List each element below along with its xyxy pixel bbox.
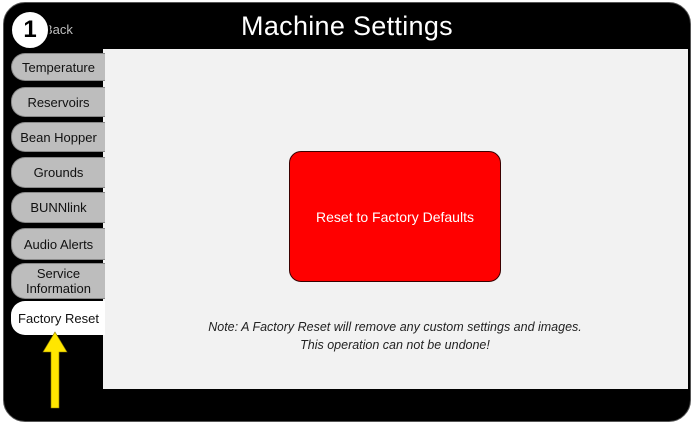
tab-temperature[interactable]: Temperature xyxy=(11,53,105,81)
tab-grounds[interactable]: Grounds xyxy=(11,157,105,188)
up-arrow-icon xyxy=(42,331,68,409)
note-line-2: This operation can not be undone! xyxy=(300,338,490,352)
note-line-1: Note: A Factory Reset will remove any cu… xyxy=(208,320,582,334)
page-title: Machine Settings xyxy=(241,11,453,41)
step-badge: 1 xyxy=(10,10,50,50)
warning-note: Note: A Factory Reset will remove any cu… xyxy=(160,318,630,354)
reset-to-factory-defaults-button[interactable]: Reset to Factory Defaults xyxy=(289,151,501,282)
tab-reservoirs[interactable]: Reservoirs xyxy=(11,87,105,117)
tab-audio-alerts[interactable]: Audio Alerts xyxy=(11,228,105,260)
tab-service-information[interactable]: Service Information xyxy=(11,263,105,299)
tab-bunnlink[interactable]: BUNNlink xyxy=(11,192,105,223)
tab-bean-hopper[interactable]: Bean Hopper xyxy=(11,122,105,152)
